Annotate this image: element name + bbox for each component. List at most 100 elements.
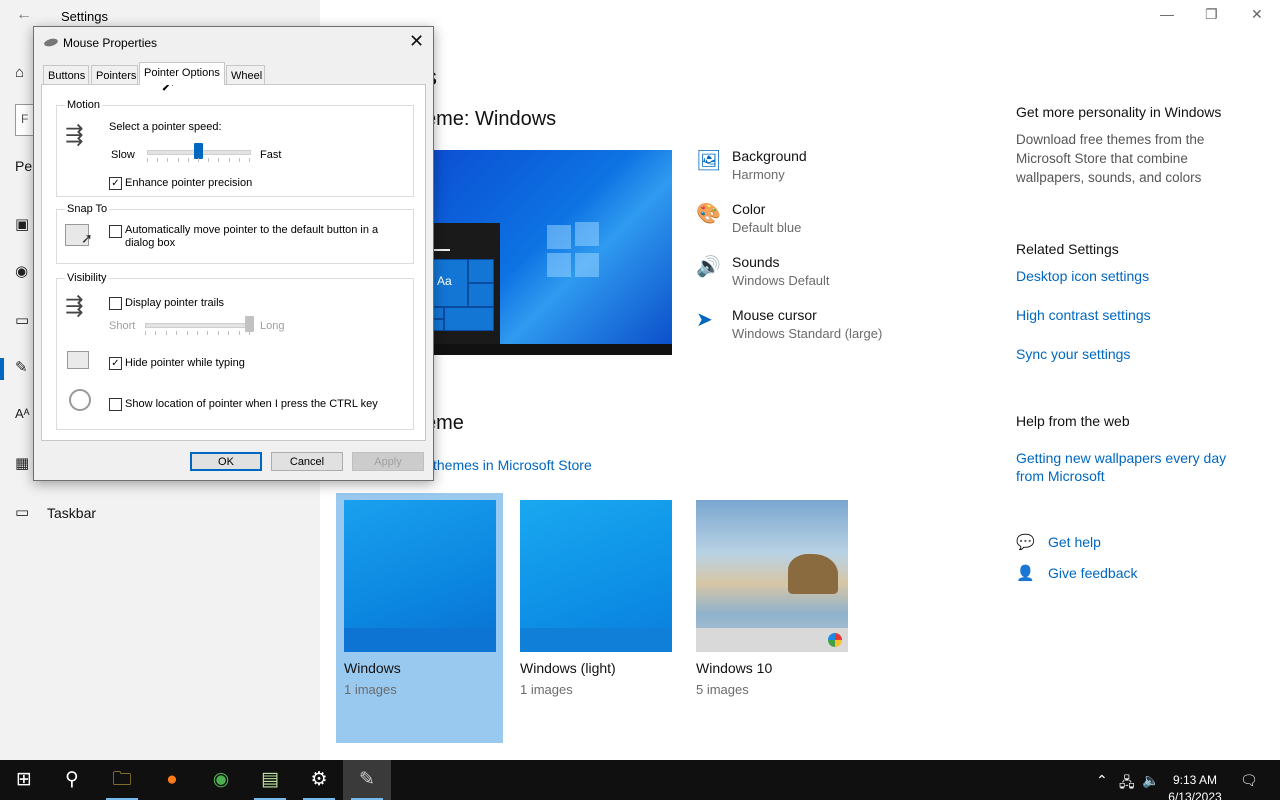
trails-slider-thumb[interactable] [244, 316, 254, 332]
slider-tick [145, 331, 146, 335]
enhance-precision-label: Enhance pointer precision [125, 177, 253, 189]
slider-tick [228, 158, 230, 162]
close-window-icon[interactable]: ✕ [1251, 6, 1263, 23]
fonts-nav-icon[interactable]: Aᴬ [15, 406, 30, 421]
chrome-icon[interactable]: ◉ [197, 760, 245, 800]
desktop-icon-settings-link[interactable]: Desktop icon settings [1016, 268, 1149, 284]
feedback-icon: 👤 [1016, 565, 1035, 582]
tab-buttons[interactable]: Buttons [43, 65, 89, 84]
firefox-icon[interactable]: ● [148, 760, 196, 800]
snap-to-checkbox[interactable] [109, 225, 122, 238]
settings-window-title: Settings [61, 9, 108, 24]
theme-card-taskbar [520, 628, 672, 652]
slider-tick [228, 331, 230, 335]
visibility-group: Visibility ⇶ Display pointer trails Shor… [56, 272, 414, 430]
volume-muted-icon[interactable]: 🔈 [1142, 772, 1159, 789]
sync-settings-link[interactable]: Sync your settings [1016, 346, 1130, 362]
show-hidden-icons-chevron-icon[interactable]: ⌃ [1096, 772, 1108, 789]
personality-text: Download free themes from the Microsoft … [1016, 132, 1205, 185]
slider-tick [197, 331, 198, 335]
back-arrow-icon[interactable]: ← [16, 6, 32, 24]
taskbar: ⊞ ⚲ 🗀 ● ◉ ▤ ⚙ ✎ ⌃ 🖧 🔈 🗨 [0, 760, 1280, 800]
theme-name: Windows [344, 660, 401, 676]
get-help-link[interactable]: Get help [1048, 534, 1101, 550]
colors-nav-icon[interactable]: ◉ [15, 262, 28, 280]
speed-fast-label: Fast [260, 149, 282, 161]
enhance-precision-checkbox[interactable]: ✓ [109, 177, 122, 190]
slider-tick [249, 158, 250, 162]
show-location-checkbox[interactable] [109, 398, 122, 411]
start-nav-icon[interactable]: ▦ [15, 454, 29, 472]
mouse-control-panel-icon[interactable]: ✎ [343, 760, 391, 800]
store-themes-link[interactable]: themes in Microsoft Store [433, 457, 592, 473]
windows-logo-pane [547, 253, 571, 277]
wallpapers-link[interactable]: Getting new wallpapers every day from Mi… [1016, 449, 1236, 485]
search-icon[interactable]: ⚲ [48, 760, 96, 800]
restore-icon[interactable]: ❐ [1205, 6, 1218, 23]
file-explorer-icon[interactable]: 🗀 [98, 760, 146, 800]
slider-tick [218, 158, 220, 162]
visibility-label: Visibility [65, 272, 109, 284]
pointer-options-panel: Motion ⇶ Select a pointer speed: Slow Fa… [41, 84, 426, 441]
theme-card-windows-light[interactable] [520, 500, 672, 652]
pointer-trails-checkbox[interactable] [109, 297, 122, 310]
pointer-trails-label: Display pointer trails [125, 297, 225, 309]
mouse-cursor-label: Mouse cursor [732, 307, 817, 323]
taskbar-clock[interactable]: 9:13 AM 6/13/2023 [1160, 772, 1230, 806]
tab-pointer-options[interactable]: Pointer Options [139, 62, 225, 85]
hide-pointer-label: Hide pointer while typing [125, 357, 245, 369]
give-feedback-link[interactable]: Give feedback [1048, 565, 1138, 581]
preview-tile [468, 283, 494, 307]
slider-tick [157, 158, 159, 162]
tab-pointers[interactable]: Pointers [91, 65, 138, 84]
speed-slow-label: Slow [111, 149, 135, 161]
current-theme-heading: eme: Windows [425, 108, 557, 130]
network-icon[interactable]: 🖧 [1119, 772, 1135, 796]
high-contrast-settings-link[interactable]: High contrast settings [1016, 307, 1151, 323]
snap-to-group: Snap To ➚ Automatically move pointer to … [56, 203, 414, 264]
sounds-value: Windows Default [732, 273, 830, 288]
trails-slider-track[interactable] [145, 323, 251, 328]
windows-logo-pane [547, 225, 571, 249]
lock-screen-nav-icon[interactable]: ▭ [15, 311, 29, 329]
help-heading: Help from the web [1016, 413, 1130, 429]
hide-pointer-checkbox[interactable]: ✓ [109, 357, 122, 370]
motion-group: Motion ⇶ Select a pointer speed: Slow Fa… [56, 99, 414, 197]
slider-tick [208, 158, 210, 162]
speed-slider-thumb[interactable] [193, 143, 203, 159]
preview-start-menu: Aa [432, 223, 500, 344]
get-help-icon: 💬 [1016, 534, 1035, 551]
minimize-icon[interactable]: — [1160, 6, 1174, 22]
home-icon[interactable]: ⌂ [15, 64, 24, 81]
pointer-trails-icon: ⇶ [65, 293, 84, 318]
color-wheel-icon [828, 633, 842, 647]
theme-count: 5 images [696, 682, 749, 697]
clock-time: 9:13 AM [1172, 773, 1218, 787]
start-windows-icon[interactable]: ⊞ [0, 760, 48, 800]
ok-button[interactable]: OK [190, 452, 262, 471]
cancel-button[interactable]: Cancel [271, 452, 343, 471]
personality-heading: Get more personality in Windows [1016, 104, 1222, 120]
taskbar-nav-icon[interactable]: ▭ [15, 503, 29, 521]
snap-to-label: Snap To [65, 203, 110, 215]
slider-tick [249, 331, 250, 335]
dialog-close-icon[interactable]: ✕ [409, 31, 424, 52]
themes-nav-icon[interactable]: ✎ [15, 358, 28, 376]
theme-card-windows-10[interactable] [696, 500, 848, 652]
settings-gear-icon[interactable]: ⚙ [295, 760, 343, 800]
background-nav-icon[interactable]: ▣ [15, 215, 29, 233]
tab-wheel[interactable]: Wheel [226, 65, 265, 84]
nav-item-taskbar[interactable]: Taskbar [47, 505, 96, 521]
notepad-icon[interactable]: ▤ [246, 760, 294, 800]
related-settings-heading: Related Settings [1016, 241, 1119, 257]
trails-long-label: Long [260, 320, 285, 332]
slider-tick [177, 158, 179, 162]
apply-button[interactable]: Apply [352, 452, 424, 471]
theme-card-windows[interactable] [344, 500, 496, 652]
slider-tick [238, 331, 240, 335]
notifications-icon[interactable]: 🗨 [1240, 772, 1258, 789]
sounds-label: Sounds [732, 254, 780, 270]
hide-pointer-icon [67, 351, 89, 369]
background-label: Background [732, 148, 807, 164]
theme-card-taskbar [344, 628, 496, 652]
